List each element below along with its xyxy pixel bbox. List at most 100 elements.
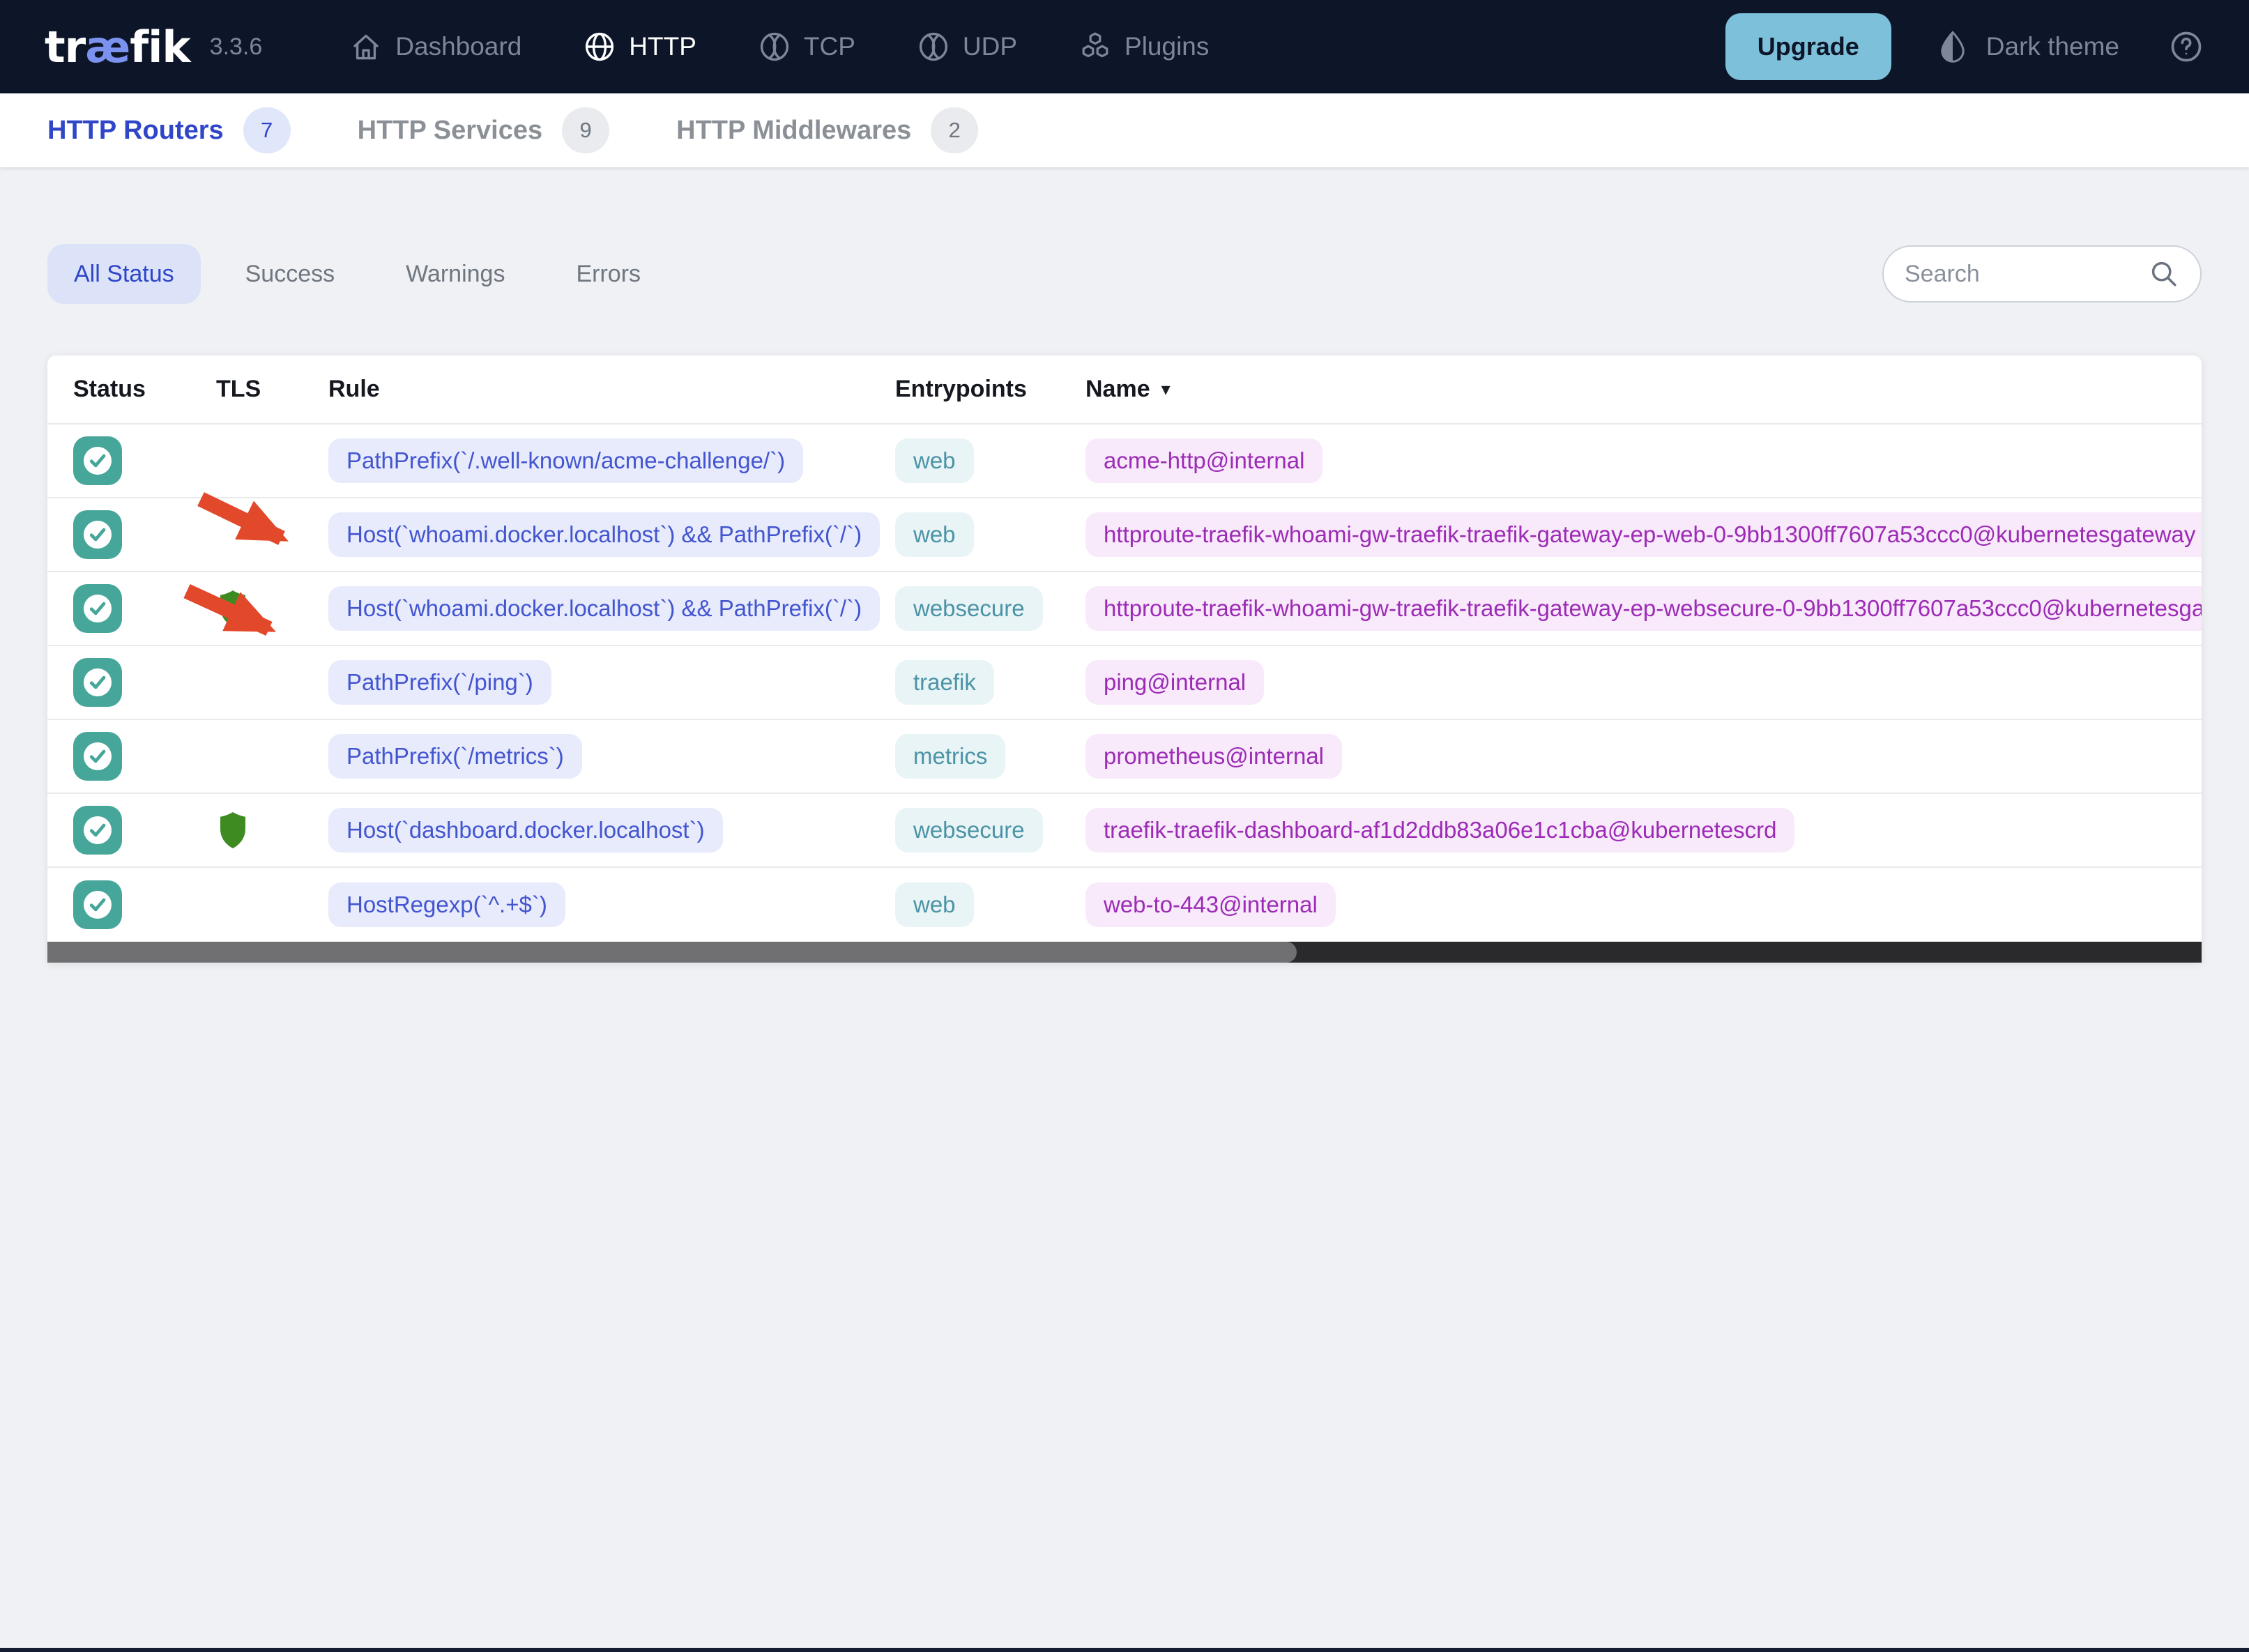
status-success-icon [73, 806, 122, 855]
nav-item-label: HTTP [629, 32, 696, 61]
tab-count-badge: 7 [243, 107, 291, 153]
name-cell: httproute-traefik-whoami-gw-traefik-trae… [1085, 586, 2202, 631]
tls-shield-icon [220, 812, 245, 848]
tls-cell [216, 885, 328, 924]
entrypoint-pill: websecure [895, 586, 1043, 631]
status-success-icon [73, 732, 122, 781]
rule-pill: Host(`whoami.docker.localhost`) && PathP… [328, 512, 880, 557]
sort-desc-icon: ▾ [1161, 378, 1171, 399]
entrypoints-cell: metrics [895, 734, 1085, 779]
filter-success[interactable]: Success [219, 244, 362, 304]
home-icon [353, 34, 379, 60]
tls-cell [216, 441, 328, 480]
filter-all-status[interactable]: All Status [47, 244, 201, 304]
search-input[interactable] [1905, 260, 2149, 288]
status-cell [73, 880, 216, 929]
column-header-tls[interactable]: TLS [216, 376, 328, 403]
nav-item-label: UDP [962, 32, 1018, 61]
help-button[interactable] [2168, 29, 2204, 65]
rule-pill: Host(`whoami.docker.localhost`) && PathP… [328, 586, 880, 631]
entrypoint-pill: traefik [895, 660, 994, 705]
tls-cell [216, 663, 328, 702]
table-row[interactable]: PathPrefix(`/.well-known/acme-challenge/… [47, 425, 2202, 498]
status-success-icon [73, 658, 122, 707]
tab-http-routers[interactable]: HTTP Routers 7 [47, 107, 291, 153]
horizontal-scrollbar-thumb[interactable] [47, 942, 1297, 963]
filter-warnings[interactable]: Warnings [379, 244, 531, 304]
nav-item-tcp[interactable]: TCP [758, 30, 855, 63]
globe-icon [586, 32, 614, 61]
name-cell: prometheus@internal [1085, 734, 2202, 779]
table-row[interactable]: Host(`whoami.docker.localhost`) && PathP… [47, 572, 2202, 646]
rule-cell: Host(`whoami.docker.localhost`) && PathP… [328, 586, 895, 631]
world-icon [919, 32, 948, 61]
logo-text-suffix: fik [130, 21, 190, 72]
rule-cell: PathPrefix(`/ping`) [328, 660, 895, 705]
contrast-droplet-icon [1941, 31, 1965, 63]
tab-label: HTTP Services [357, 115, 543, 145]
tab-count-badge: 9 [562, 107, 610, 153]
rule-pill: HostRegexp(`^.+$`) [328, 882, 565, 927]
rule-pill: PathPrefix(`/metrics`) [328, 734, 582, 779]
column-header-name[interactable]: Name ▾ [1085, 376, 2202, 403]
dark-theme-toggle[interactable]: Dark theme [1935, 29, 2119, 65]
name-cell: httproute-traefik-whoami-gw-traefik-trae… [1085, 512, 2202, 557]
status-success-icon [73, 880, 122, 929]
table-row[interactable]: HostRegexp(`^.+$`) web web-to-443@intern… [47, 868, 2202, 942]
table-row[interactable]: PathPrefix(`/ping`) traefik ping@interna… [47, 646, 2202, 720]
bottom-edge-bar [0, 1648, 2249, 1652]
upgrade-button[interactable]: Upgrade [1725, 13, 1891, 80]
nav-item-dashboard[interactable]: Dashboard [349, 30, 521, 63]
traefik-logo[interactable]: træfik [45, 21, 191, 72]
table-row[interactable]: Host(`dashboard.docker.localhost`) webse… [47, 794, 2202, 868]
entrypoints-cell: websecure [895, 808, 1085, 852]
column-header-entrypoints[interactable]: Entrypoints [895, 376, 1085, 403]
table-row[interactable]: PathPrefix(`/metrics`) metrics prometheu… [47, 720, 2202, 794]
status-cell [73, 584, 216, 633]
rule-cell: PathPrefix(`/metrics`) [328, 734, 895, 779]
tls-cell [216, 811, 328, 850]
entrypoint-pill: web [895, 882, 974, 927]
filter-row: All Status Success Warnings Errors [47, 244, 2202, 304]
entrypoints-cell: traefik [895, 660, 1085, 705]
entrypoints-cell: web [895, 438, 1085, 483]
nav-item-plugins[interactable]: Plugins [1078, 30, 1209, 63]
horizontal-scrollbar-track[interactable] [47, 942, 2202, 963]
column-header-status[interactable]: Status [73, 376, 216, 403]
section-tabs: HTTP Routers 7 HTTP Services 9 HTTP Midd… [0, 93, 2249, 167]
router-name-pill: httproute-traefik-whoami-gw-traefik-trae… [1085, 512, 2202, 557]
routers-table: Status TLS Rule Entrypoints Name ▾ PathP… [47, 355, 2202, 963]
nav-item-label: Dashboard [395, 32, 522, 61]
table-row[interactable]: Host(`whoami.docker.localhost`) && PathP… [47, 498, 2202, 572]
router-name-pill: ping@internal [1085, 660, 1265, 705]
tab-label: HTTP Middlewares [676, 115, 912, 145]
rule-pill: PathPrefix(`/ping`) [328, 660, 551, 705]
router-name-pill: traefik-traefik-dashboard-af1d2ddb83a06e… [1085, 808, 1795, 852]
status-cell [73, 732, 216, 781]
rule-cell: HostRegexp(`^.+$`) [328, 882, 895, 927]
nav-item-http[interactable]: HTTP [583, 30, 696, 63]
rule-cell: PathPrefix(`/.well-known/acme-challenge/… [328, 438, 895, 483]
theme-label: Dark theme [1985, 32, 2119, 61]
tab-label: HTTP Routers [47, 115, 224, 145]
entrypoints-cell: web [895, 882, 1085, 927]
nav-item-udp[interactable]: UDP [917, 30, 1017, 63]
name-cell: web-to-443@internal [1085, 882, 2202, 927]
help-icon [2171, 31, 2202, 62]
status-cell [73, 806, 216, 855]
main-content: All Status Success Warnings Errors Statu… [0, 244, 2249, 963]
table-header-row: Status TLS Rule Entrypoints Name ▾ [47, 355, 2202, 425]
tab-http-services[interactable]: HTTP Services 9 [357, 107, 610, 153]
tls-cell [216, 589, 328, 628]
name-cell: acme-http@internal [1085, 438, 2202, 483]
status-success-icon [73, 510, 122, 559]
rule-pill: PathPrefix(`/.well-known/acme-challenge/… [328, 438, 804, 483]
tab-http-middlewares[interactable]: HTTP Middlewares 2 [676, 107, 979, 153]
filter-errors[interactable]: Errors [549, 244, 667, 304]
name-cell: ping@internal [1085, 660, 2202, 705]
status-cell [73, 436, 216, 485]
navbar-right: Upgrade Dark theme [1725, 13, 2204, 80]
status-cell [73, 658, 216, 707]
router-name-pill: prometheus@internal [1085, 734, 1342, 779]
column-header-rule[interactable]: Rule [328, 376, 895, 403]
